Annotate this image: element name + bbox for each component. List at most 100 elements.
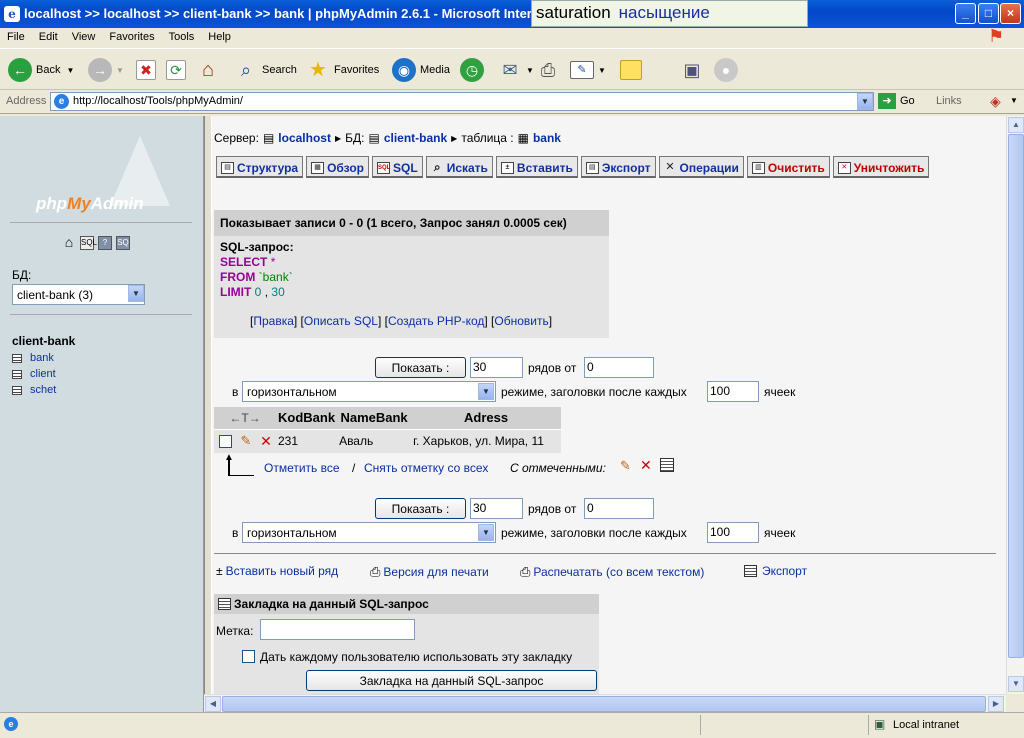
tab-drop[interactable]: ✕ Уничтожить [832,156,930,178]
messenger-button[interactable]: ● [714,57,742,83]
export-link[interactable]: Экспорт [744,564,807,578]
row-checkbox[interactable] [218,435,232,449]
maximize-button[interactable]: □ [978,3,999,24]
bookmark-submit-button[interactable]: Закладка на данный SQL-запрос [306,670,597,691]
table-link-client[interactable]: client [12,368,56,380]
address-input[interactable]: e http://localhost/Tools/phpMyAdmin/ ▼ [50,92,874,111]
rows-count-input-top[interactable]: 30 [470,357,523,378]
frame-divider[interactable] [204,116,212,712]
insert-row-link[interactable]: ± Вставить новый ряд [216,564,338,578]
table-link-schet[interactable]: schet [12,384,56,396]
research-button[interactable]: ▣ [680,57,708,83]
export-selected-icon[interactable] [660,458,674,472]
mode-select-arrow-icon[interactable]: ▼ [478,524,494,541]
scroll-right-button[interactable]: ▶ [988,696,1004,712]
repeat-headers-input-top[interactable]: 100 [707,381,759,402]
menu-view[interactable]: View [65,28,103,43]
bookmark-label-input[interactable] [260,619,415,640]
help-icon[interactable]: ? [98,236,112,250]
home-button[interactable]: ⌂ [196,57,224,83]
breadcrumb-db-link[interactable]: client-bank [384,131,447,145]
tab-search[interactable]: ⌕ Искать [425,156,493,178]
links-toolbar[interactable]: Links [936,95,962,107]
title-bar[interactable]: e localhost >> localhost >> client-bank … [0,0,1024,28]
db-select-arrow-icon[interactable]: ▼ [128,285,144,302]
toolbar-extra-dropdown-icon[interactable]: ▼ [1010,96,1018,105]
discuss-button[interactable] [620,57,646,83]
mail-dropdown-icon[interactable]: ▼ [526,66,534,75]
breadcrumb-server-link[interactable]: localhost [278,131,331,145]
tab-sql[interactable]: SQL SQL [372,156,423,178]
back-dropdown-icon[interactable]: ▼ [66,66,74,75]
delete-selected-icon[interactable]: ✕ [640,457,652,474]
edit-dropdown-icon[interactable]: ▼ [598,66,606,75]
edit-button[interactable]: ✎ ▼ [570,57,606,83]
breadcrumb-table-link[interactable]: bank [533,131,561,145]
table-link-bank[interactable]: bank [12,352,54,364]
tab-empty[interactable]: ▥ Очистить [746,156,830,178]
search-button[interactable]: ⌕ Search [234,57,297,83]
create-php-code-link[interactable]: Создать PHP-код [388,314,484,328]
delete-row-icon[interactable]: ✕ [260,433,272,449]
db-select[interactable]: client-bank (3) ▼ [12,284,145,305]
scroll-left-button[interactable]: ◀ [205,696,221,712]
refresh-link[interactable]: Обновить [494,314,548,328]
tab-operations[interactable]: ✕ Операции [658,156,744,178]
forward-dropdown-icon[interactable]: ▼ [116,66,124,75]
explain-sql-link[interactable]: Описать SQL [304,314,378,328]
column-header-namebank[interactable]: NameBank [337,407,412,429]
start-row-input-bottom[interactable]: 0 [584,498,654,519]
edit-query-link[interactable]: Правка [253,314,294,328]
sql-query-icon[interactable]: SQL [80,236,97,250]
column-header-kodbank[interactable]: KodBank [276,407,338,429]
scroll-up-button[interactable]: ▲ [1008,117,1024,133]
vertical-scrollbar[interactable]: ▲ ▼ [1006,116,1024,694]
scroll-down-button[interactable]: ▼ [1008,676,1024,692]
edit-row-icon[interactable]: ✎ [241,433,252,448]
print-full-link[interactable]: ⎙ Распечатать (со всем текстом) [520,564,704,580]
bookmark-share-checkbox[interactable] [242,650,255,663]
horizontal-scrollbar[interactable]: ◀ ▶ [204,694,1006,712]
forward-button[interactable]: → ▼ [88,57,124,83]
edit-selected-icon[interactable]: ✎ [620,458,631,474]
menu-edit[interactable]: Edit [32,28,65,43]
tab-insert[interactable]: ± Вставить [495,156,578,178]
show-button-top[interactable]: Показать : [375,357,466,378]
column-header-adress[interactable]: Adress [411,407,562,429]
history-button[interactable]: ◷ [460,57,488,83]
back-button[interactable]: ← Back ▼ [8,57,74,83]
uncheck-all-link[interactable]: Снять отметку со всех [364,461,488,475]
menu-file[interactable]: File [0,28,32,43]
repeat-headers-input-bottom[interactable]: 100 [707,522,759,543]
menu-favorites[interactable]: Favorites [102,28,161,43]
print-button[interactable]: ⎙ [536,57,564,83]
media-button[interactable]: ◉ Media [392,57,450,83]
tab-browse[interactable]: ▦ Обзор [306,156,370,178]
menu-help[interactable]: Help [201,28,238,43]
address-dropdown-button[interactable]: ▼ [857,93,873,110]
toolbar-extra-icon[interactable]: ◈ [990,93,1001,110]
home-icon[interactable]: ⌂ [62,235,76,250]
vertical-scroll-thumb[interactable] [1008,134,1024,658]
minimize-button[interactable]: _ [955,3,976,24]
tab-structure[interactable]: ▤ Структура [216,156,304,178]
print-view-link[interactable]: ⎙ Версия для печати [370,564,489,580]
show-button-bottom[interactable]: Показать : [375,498,466,519]
tab-export[interactable]: ▤ Экспорт [580,156,656,178]
close-button[interactable]: × [1000,3,1021,24]
display-mode-select-bottom[interactable]: горизонтальном ▼ [242,522,496,543]
docs-icon[interactable]: SQ [116,236,130,250]
refresh-button[interactable]: ⟳ [166,57,190,83]
go-button[interactable]: ➜ Go [878,93,915,109]
check-all-link[interactable]: Отметить все [264,461,340,475]
display-mode-select-top[interactable]: горизонтальном ▼ [242,381,496,402]
horizontal-scroll-thumb[interactable] [222,696,986,712]
stop-button[interactable]: ✖ [136,57,160,83]
rows-count-input-bottom[interactable]: 30 [470,498,523,519]
start-row-input-top[interactable]: 0 [584,357,654,378]
mode-select-arrow-icon[interactable]: ▼ [478,383,494,400]
phpmyadmin-logo[interactable]: phpMyAdmin [36,194,144,214]
menu-tools[interactable]: Tools [162,28,202,43]
mail-button[interactable]: ✉ ▼ [498,57,534,83]
favorites-button[interactable]: ★ Favorites [306,57,379,83]
